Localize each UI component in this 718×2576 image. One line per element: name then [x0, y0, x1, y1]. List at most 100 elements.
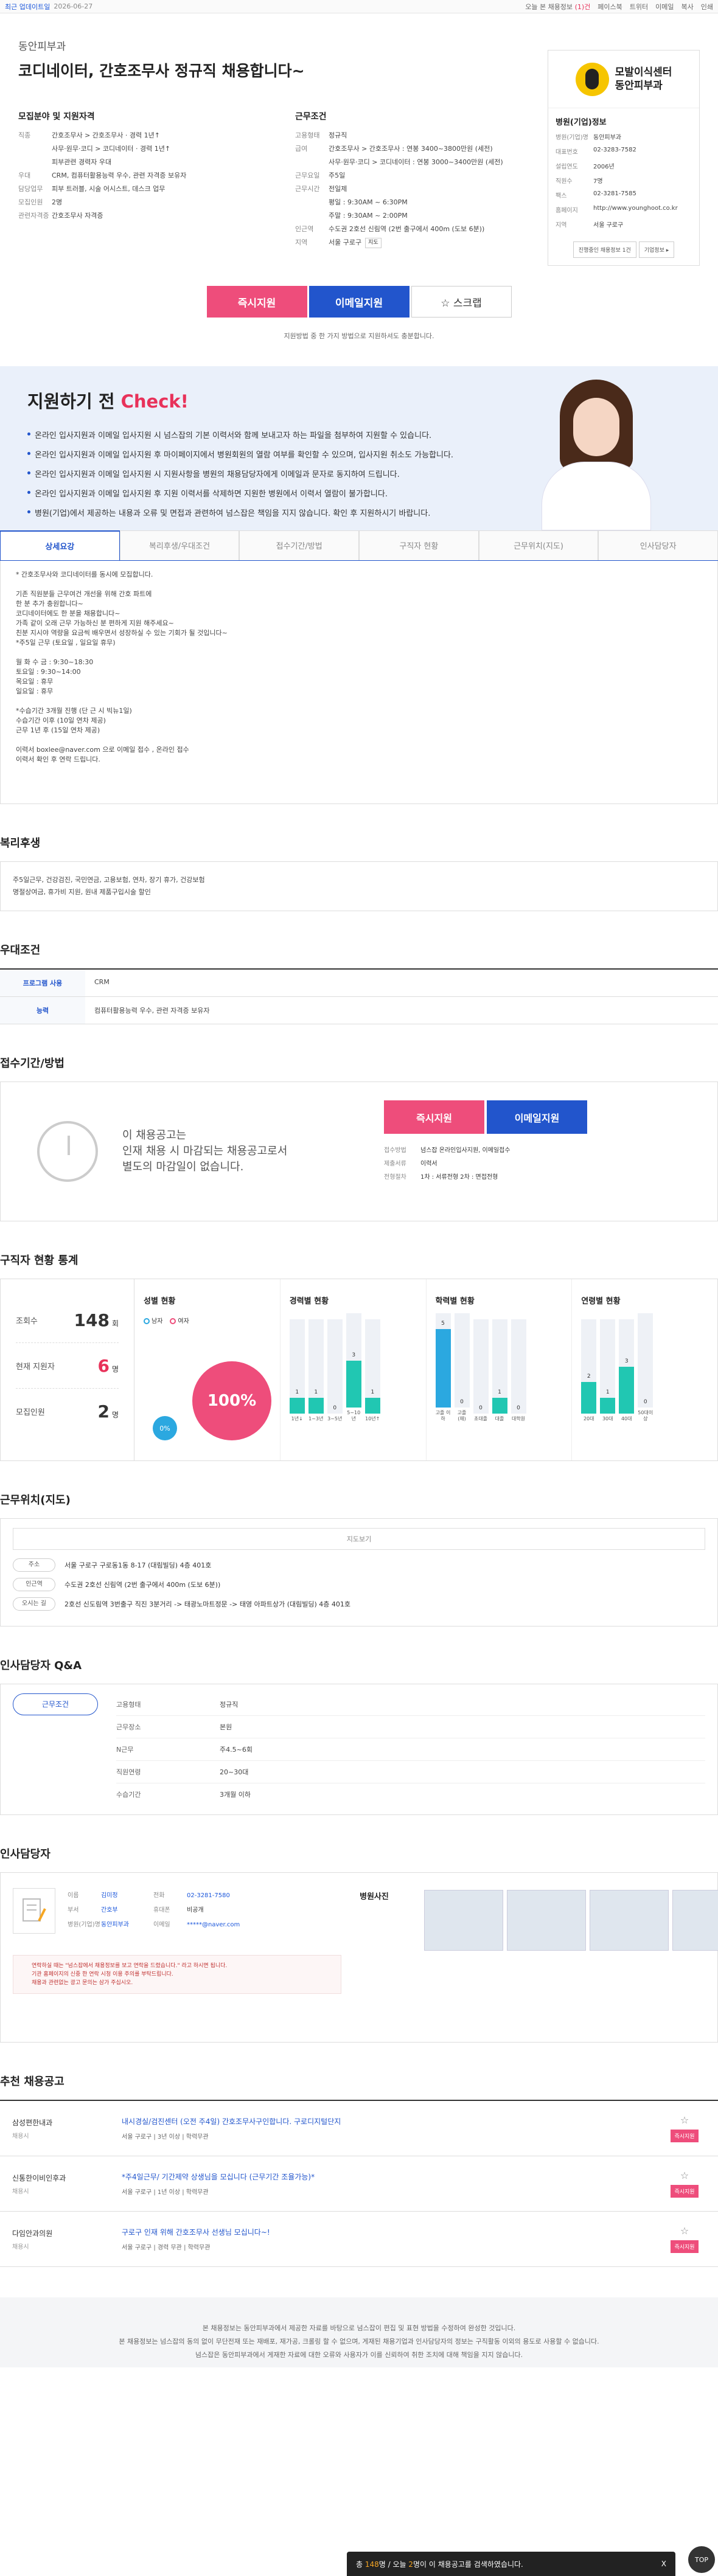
star-icon[interactable]: ☆ [663, 2170, 706, 2181]
bar-item: 0 고졸(재) [454, 1313, 470, 1422]
star-icon[interactable]: ☆ [663, 2114, 706, 2126]
apply-now-small-button[interactable]: 즉시지원 [671, 2130, 699, 2142]
preference-table: 프로그램 사용 CRM 능력 컴퓨터활용능력 우수, 관련 자격증 보유자 [0, 968, 718, 1024]
today-viewed-link[interactable]: 오늘 본 채용정보 (1)건 [525, 2, 590, 12]
bar-label: 초대졸 [473, 1416, 488, 1422]
apply-now-small-button[interactable]: 즉시지원 [671, 2185, 699, 2198]
hospital-logo: 모발이식센터 동안피부과 [548, 50, 699, 108]
bar-item: 0 초대졸 [473, 1319, 489, 1422]
period-title: 접수기간/방법 [0, 1057, 64, 1070]
search-count-bar: 총 148명 / 오늘 2명이 이 채용공고를 검색하였습니다. X [347, 2552, 675, 2576]
close-icon[interactable]: X [661, 2560, 666, 2568]
ongoing-jobs-button[interactable]: 진행중인 채용정보 1건 [573, 241, 636, 258]
bar-item: 0 50대이상 [638, 1313, 654, 1422]
welfare-title: 복리후생 [0, 837, 41, 850]
detail-line: 기존 직원분들 근무여건 개선을 위해 간호 파트에 [16, 590, 152, 598]
scrap-button[interactable]: ☆ 스크랩 [411, 286, 512, 318]
bar-label: 5~10년 [347, 1410, 361, 1422]
stats-title: 구직자 현황 통계 [0, 1254, 78, 1267]
bar-fill: 1 [308, 1389, 324, 1414]
top-button[interactable]: TOP [688, 2546, 715, 2573]
bar-label: 고졸 이하 [435, 1410, 451, 1422]
job-title: 코디네이터, 간호조무사 정규직 채용합니다~ [18, 62, 305, 80]
qa-tab-conditions[interactable]: 근무조건 [13, 1693, 98, 1715]
nurse-illustration [535, 373, 657, 530]
detail-line: * 간호조무사와 코디네이터를 동시에 모집합니다. [16, 571, 153, 578]
apply-now-button[interactable]: 즉시지원 [206, 286, 307, 318]
email-apply-button-2[interactable]: 이메일지원 [487, 1100, 587, 1134]
detail-line: 월 화 수 금 : 9:30~18:30 [16, 658, 94, 666]
company-info-button[interactable]: 기업정보 ▸ [638, 241, 675, 258]
manager-email-link[interactable]: *****@naver.com [187, 1922, 240, 1928]
bar-value: 3 [352, 1352, 356, 1358]
hospital-photo[interactable] [507, 1890, 586, 1951]
detail-line: 일요일 : 휴무 [16, 687, 54, 695]
tab-manager[interactable]: 인사담당자 [598, 530, 718, 560]
detail-line [16, 648, 702, 658]
detail-content: * 간호조무사와 코디네이터를 동시에 모집합니다. 기존 직원분들 근무여건 … [0, 561, 718, 804]
share-facebook-link[interactable]: 페이스북 [598, 2, 622, 12]
list-item[interactable]: 신통한이비인후과 채용시 *주4일근무/ 기간제약 상생님을 모십니다 (근무기간… [0, 2156, 718, 2212]
detail-line [16, 696, 702, 706]
tab-location[interactable]: 근무위치(지도) [478, 530, 599, 560]
company-name[interactable]: 동안피부과 [18, 38, 548, 53]
hospital-photo[interactable] [672, 1890, 718, 1951]
bar-item: 1 30대 [600, 1319, 616, 1422]
email-apply-button[interactable]: 이메일지원 [308, 286, 410, 318]
bar-value: 1 [295, 1389, 299, 1396]
detail-line: 토요일 : 9:30~14:00 [16, 668, 81, 676]
detail-line: 이력서 boxlee@naver.com 으로 이메일 접수 , 온라인 접수 [16, 746, 189, 754]
bar-value: 1 [371, 1389, 375, 1396]
apply-now-button-2[interactable]: 즉시지원 [384, 1100, 484, 1134]
stats-box: 조회수 148 회 현재 지원자 6 명 모집인원 2 명 성별 현황 남자 여자 100% … [0, 1279, 718, 1461]
star-icon[interactable]: ☆ [663, 2225, 706, 2237]
hospital-photo[interactable] [590, 1890, 669, 1951]
tab-detail[interactable]: 상세요강 [0, 530, 120, 560]
bar-label: 3~5년 [327, 1416, 343, 1422]
bar-value: 1 [314, 1389, 318, 1396]
bar-label: 10년↑ [365, 1416, 380, 1422]
bar-item: 2 20대 [581, 1319, 597, 1422]
detail-line: 근무 1년 후 (15일 연차 제공) [16, 726, 100, 734]
print-link[interactable]: 인쇄 [701, 2, 713, 12]
detail-line [16, 735, 702, 745]
bar-value: 3 [624, 1358, 629, 1364]
bar-item: 5 고졸 이하 [435, 1313, 451, 1422]
tab-period[interactable]: 접수기간/방법 [239, 530, 360, 560]
female-circle: 100% [192, 1361, 271, 1440]
recommend-title: 추천 채용공고 [0, 2075, 64, 2088]
bar-item: 3 5~10년 [346, 1313, 361, 1422]
bar-label: 30대 [602, 1416, 613, 1422]
view-map-button[interactable]: 지도보기 [13, 1528, 705, 1550]
share-twitter-link[interactable]: 트위터 [630, 2, 648, 12]
bar-fill: 1 [364, 1389, 380, 1414]
list-item[interactable]: 삼성편한내과 채용시 내시경실/검진센터 (오전 주4일) 간호조무사구인합니다.… [0, 2101, 718, 2156]
photo-placeholder[interactable] [424, 1890, 503, 1951]
hospital-homepage-link[interactable]: http://www.younghoot.co.kr [593, 205, 678, 214]
bar-value: 0 [643, 1399, 647, 1405]
map-button[interactable]: 지도 [365, 238, 382, 248]
bar-item: 1 10년↑ [364, 1319, 380, 1422]
detail-line: *수습기간 3개월 진행 (단 근 시 빅뉴1일) [16, 707, 132, 715]
bar-item: 1 대졸 [492, 1319, 507, 1422]
bar-fill: 3 [619, 1358, 635, 1414]
tab-welfare[interactable]: 복리후생/우대조건 [119, 530, 240, 560]
list-item[interactable]: 다임안과의원 채용시 구로구 인재 위해 간호조무사 선생님 모십니다~! 서울 구… [0, 2212, 718, 2267]
apply-bar: 즉시지원 이메일지원 ☆ 스크랩 [0, 286, 718, 318]
share-email-link[interactable]: 이메일 [655, 2, 674, 12]
tab-applicants[interactable]: 구직자 현황 [359, 530, 479, 560]
bar-value: 0 [333, 1405, 337, 1411]
apply-now-small-button[interactable]: 즉시지원 [671, 2240, 699, 2253]
qa-title: 인사담당자 Q&A [0, 1659, 82, 1672]
bar-value: 1 [605, 1389, 610, 1396]
top-bar: 최근 업데이트일 2026-06-27 오늘 본 채용정보 (1)건 페이스북 … [0, 0, 718, 13]
copy-link[interactable]: 복사 [681, 2, 694, 12]
bar-value: 0 [517, 1405, 520, 1411]
location-title: 근무위치(지도) [0, 1494, 71, 1507]
detail-line: 수습기간 이후 (10일 연차 제공) [16, 717, 106, 724]
bar-label: 대졸 [495, 1416, 504, 1422]
bar-label: 50대이상 [638, 1410, 654, 1422]
bar-label: 20대 [583, 1416, 594, 1422]
qa-box: 근무조건 고용형태 정규직 근무장소 본원 N근무 주4.5~6회 직원연령 20~30… [0, 1684, 718, 1815]
bar-value: 5 [441, 1320, 445, 1327]
